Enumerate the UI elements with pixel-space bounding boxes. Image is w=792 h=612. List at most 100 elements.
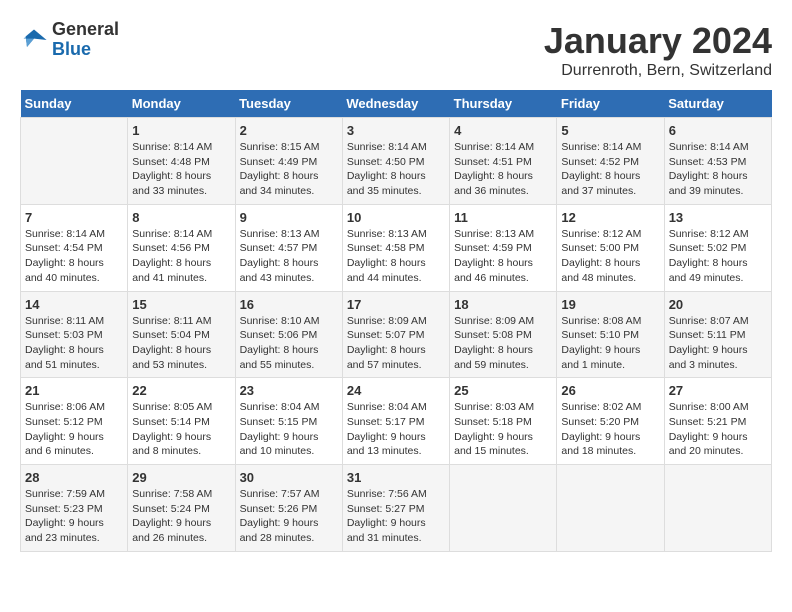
calendar-cell: 30Sunrise: 7:57 AMSunset: 5:26 PMDayligh… [235,465,342,552]
day-number: 6 [669,123,767,138]
week-row-4: 21Sunrise: 8:06 AMSunset: 5:12 PMDayligh… [21,378,772,465]
day-number: 18 [454,297,552,312]
cell-line: Daylight: 8 hours [454,257,533,269]
page-subtitle: Durrenroth, Bern, Switzerland [544,62,772,80]
cell-content: Sunrise: 8:03 AMSunset: 5:18 PMDaylight:… [454,400,552,459]
calendar-cell: 28Sunrise: 7:59 AMSunset: 5:23 PMDayligh… [21,465,128,552]
cell-line: Sunset: 5:07 PM [347,329,425,341]
cell-line: Daylight: 8 hours [25,257,104,269]
week-row-3: 14 Sunrise: 8:11 AM Sunset: 5:03 PM Dayligh… [21,291,772,378]
cell-line: Sunset: 4:54 PM [25,242,103,254]
cell-content: Sunrise: 8:14 AM Sunset: 4:52 PM Daylight:… [561,140,659,199]
cell-line: Sunset: 4:53 PM [669,156,747,168]
cell-line: Sunrise: 8:13 AM [454,228,534,240]
cell-line: and 41 minutes. [132,272,207,284]
day-number: 11 [454,210,552,225]
day-number: 15 [132,297,230,312]
cell-content: Sunrise: 8:09 AMSunset: 5:07 PMDaylight:… [347,314,445,373]
cell-line: Sunrise: 8:14 AM [25,228,105,240]
cell-line: Sunrise: 8:03 AM [454,401,534,413]
calendar-cell: 4Sunrise: 8:14 AMSunset: 4:51 PMDaylight… [450,118,557,205]
day-number: 4 [454,123,552,138]
cell-content: Sunrise: 8:11 AMSunset: 5:04 PMDaylight:… [132,314,230,373]
cell-line: and 55 minutes. [240,359,315,371]
cell-line: Daylight: 8 hours [561,257,640,269]
cell-line: Sunrise: 8:15 AM [240,141,320,153]
cell-line: Daylight: 8 hours [454,344,533,356]
cell-line: Sunrise: 8:09 AM [454,315,534,327]
cell-line: Daylight: 8 hours [347,257,426,269]
cell-content: Sunrise: 8:04 AMSunset: 5:17 PMDaylight:… [347,400,445,459]
cell-content: Sunrise: 8:10 AMSunset: 5:06 PMDaylight:… [240,314,338,373]
cell-line: Daylight: 9 hours [347,517,426,529]
cell-line: Daylight: 9 hours [454,431,533,443]
calendar-cell: 19Sunrise: 8:08 AMSunset: 5:10 PMDayligh… [557,291,664,378]
cell-line: Sunset: 5:24 PM [132,503,210,515]
cell-line: Sunset: 4:52 PM [561,156,639,168]
week-row-2: 7Sunrise: 8:14 AMSunset: 4:54 PMDaylight… [21,204,772,291]
week-row-5: 28Sunrise: 7:59 AMSunset: 5:23 PMDayligh… [21,465,772,552]
day-number: 17 [347,297,445,312]
cell-line: Sunrise: 8:11 AM [132,315,211,327]
cell-line: Sunrise: 7:59 AM [25,488,105,500]
cell-line: Sunrise: 8:14 AM [561,141,641,153]
cell-line: Sunset: 5:20 PM [561,416,639,428]
calendar-cell: 20Sunrise: 8:07 AMSunset: 5:11 PMDayligh… [664,291,771,378]
cell-line: Daylight: 9 hours [669,431,748,443]
cell-line: Daylight: 8 hours [669,257,748,269]
calendar-table: SundayMondayTuesdayWednesdayThursdayFrid… [20,90,772,552]
cell-line: Sunset: 5:15 PM [240,416,318,428]
day-number: 20 [669,297,767,312]
logo-general-text: General [52,19,119,39]
cell-line: Daylight: 8 hours [240,170,319,182]
cell-line: Daylight: 9 hours [240,431,319,443]
cell-line: and 8 minutes. [132,445,201,457]
cell-line: and 59 minutes. [454,359,529,371]
cell-line: Sunset: 5:02 PM [669,242,747,254]
cell-line: and 40 minutes. [25,272,100,284]
cell-line: Sunrise: 8:05 AM [132,401,212,413]
cell-line: and 1 minute. [561,359,625,371]
cell-line: Daylight: 9 hours [25,517,104,529]
header-thursday: Thursday [450,90,557,118]
week-row-1: 1Sunrise: 8:14 AMSunset: 4:48 PMDaylight… [21,118,772,205]
calendar-cell: 6Sunrise: 8:14 AMSunset: 4:53 PMDaylight… [664,118,771,205]
cell-line: Daylight: 8 hours [561,170,640,182]
cell-line: and 31 minutes. [347,532,422,544]
cell-line: and 26 minutes. [132,532,207,544]
cell-line: and 39 minutes. [669,185,744,197]
cell-line: Sunset: 4:50 PM [347,156,425,168]
calendar-cell: 29Sunrise: 7:58 AMSunset: 5:24 PMDayligh… [128,465,235,552]
logo: General Blue [20,20,119,60]
calendar-cell: 14Sunrise: 8:11 AMSunset: 5:03 PMDayligh… [21,291,128,378]
cell-line: Sunset: 5:03 PM [25,329,103,341]
cell-content: Sunrise: 8:04 AMSunset: 5:15 PMDaylight:… [240,400,338,459]
calendar-cell: 11 Sunrise: 8:13 AM Sunset: 4:59 PM Dayligh… [450,204,557,291]
cell-content: Sunrise: 8:14 AMSunset: 4:56 PMDaylight:… [132,227,230,286]
cell-line: Daylight: 8 hours [669,170,748,182]
calendar-cell: 21Sunrise: 8:06 AMSunset: 5:12 PMDayligh… [21,378,128,465]
cell-line: Sunset: 5:04 PM [132,329,210,341]
header-tuesday: Tuesday [235,90,342,118]
cell-line: Daylight: 9 hours [132,517,211,529]
cell-line: Daylight: 8 hours [347,344,426,356]
day-number: 14 [25,297,123,312]
cell-line: Sunrise: 8:14 AM [132,141,212,153]
calendar-body: 1Sunrise: 8:14 AMSunset: 4:48 PMDaylight… [21,118,772,552]
day-number: 9 [240,210,338,225]
cell-line: Sunset: 4:59 PM [454,242,532,254]
calendar-cell [557,465,664,552]
cell-line: Daylight: 9 hours [347,431,426,443]
cell-content: Sunrise: 7:56 AMSunset: 5:27 PMDaylight:… [347,487,445,546]
cell-line: and 36 minutes. [454,185,529,197]
cell-content: Sunrise: 8:15 AMSunset: 4:49 PMDaylight:… [240,140,338,199]
day-number: 31 [347,470,445,485]
day-number: 21 [25,383,123,398]
cell-line: and 33 minutes. [132,185,207,197]
cell-line: Sunrise: 8:04 AM [347,401,427,413]
cell-line: Sunset: 5:21 PM [669,416,747,428]
cell-line: Sunrise: 8:00 AM [669,401,749,413]
cell-line: Sunrise: 8:06 AM [25,401,105,413]
page-title: January 2024 [544,20,772,62]
cell-line: and 48 minutes. [561,272,636,284]
